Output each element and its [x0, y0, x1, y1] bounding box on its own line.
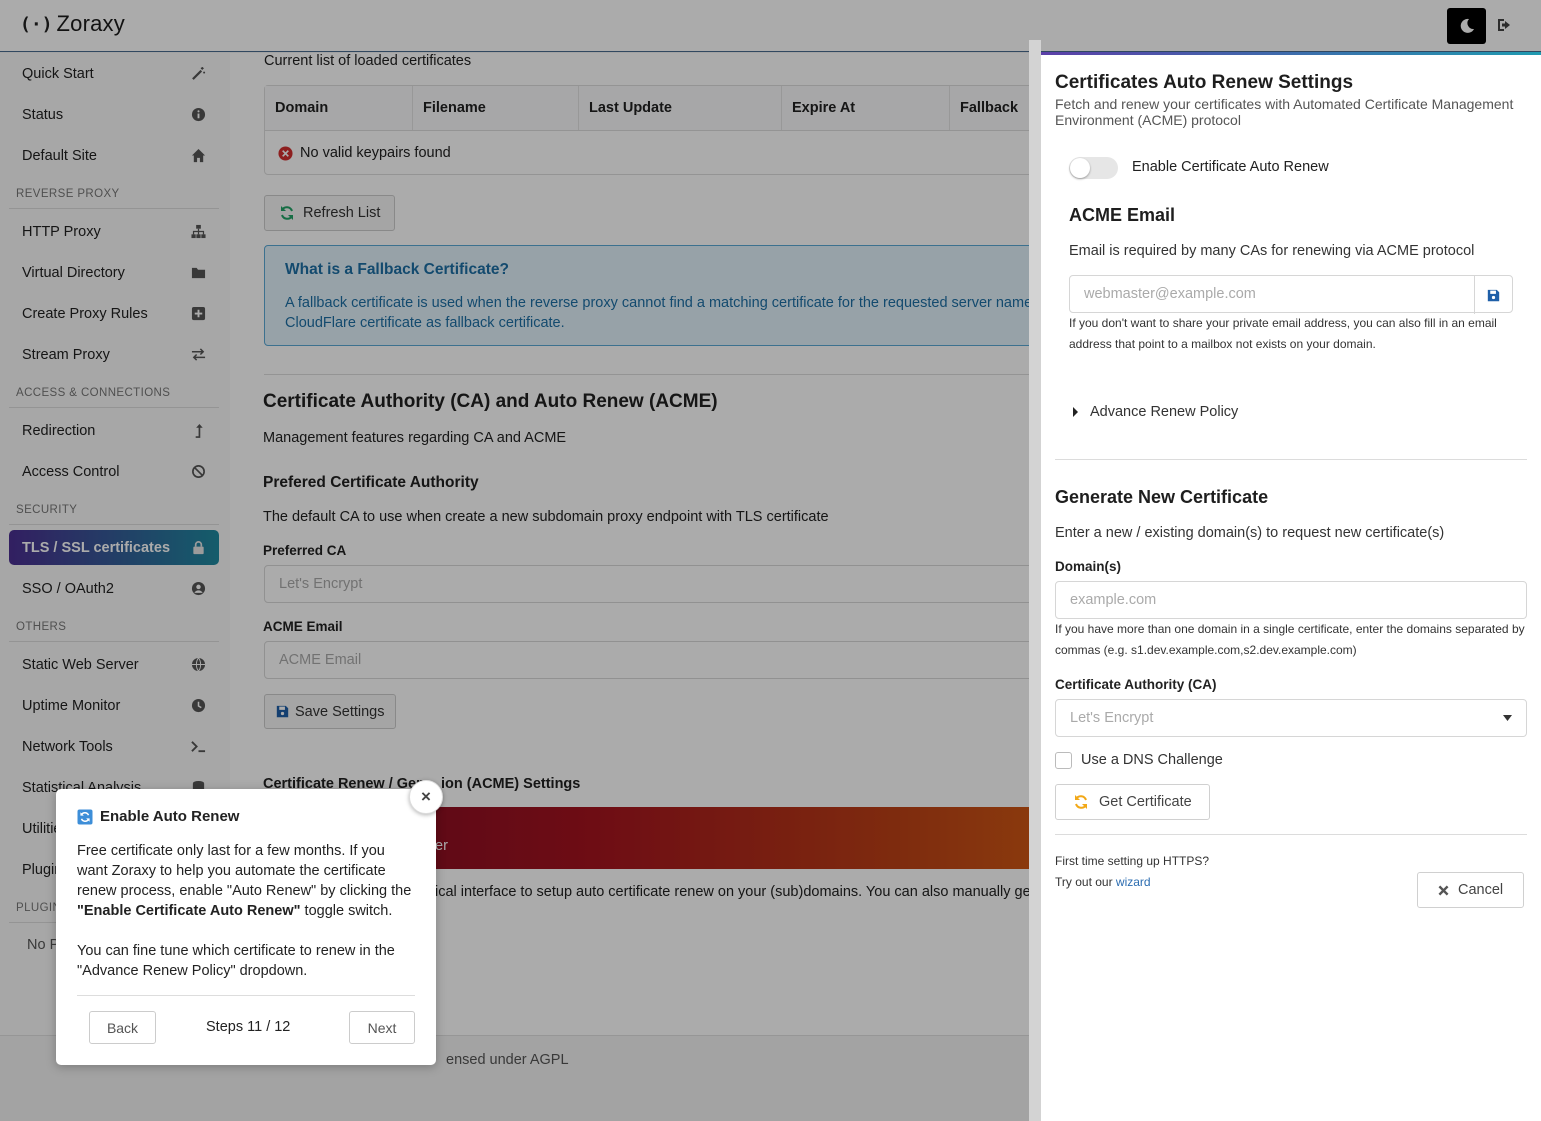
dns-challenge-label[interactable]: Use a DNS Challenge [1081, 752, 1223, 768]
ca-dropdown[interactable]: Let's Encrypt [1055, 699, 1527, 737]
generate-certificate-heading: Generate New Certificate [1055, 487, 1269, 507]
panel-subtitle: Fetch and renew your certificates with A… [1055, 96, 1514, 128]
panel-accent-bar [1041, 52, 1541, 55]
get-certificate-label: Get Certificate [1099, 794, 1192, 810]
domains-note: If you have more than one domain in a si… [1055, 622, 1525, 657]
tour-paragraph-1: Free certificate only last for a few mon… [77, 841, 417, 921]
auto-renew-toggle-label[interactable]: Enable Certificate Auto Renew [1132, 159, 1329, 175]
acme-email-heading: ACME Email [1069, 205, 1176, 225]
cancel-label: Cancel [1458, 882, 1504, 898]
panel-shadow [1029, 40, 1041, 1121]
save-email-button[interactable] [1474, 276, 1512, 314]
panel-divider [1055, 459, 1527, 460]
tour-p1-text-c: toggle switch. [300, 903, 393, 919]
refresh-icon [1075, 795, 1087, 809]
panel-divider [1055, 834, 1527, 835]
cancel-button[interactable]: Cancel [1417, 872, 1525, 908]
first-time-https-text: First time setting up HTTPS? [1055, 854, 1210, 868]
advance-renew-policy-toggle[interactable]: Advance Renew Policy [1071, 404, 1238, 420]
tour-divider [77, 995, 415, 996]
close-icon: × [421, 787, 431, 806]
tour-back-button[interactable]: Back [89, 1011, 156, 1044]
close-icon [1438, 885, 1449, 895]
acme-email-description: Email is required by many CAs for renewi… [1069, 243, 1475, 259]
domains-label: Domain(s) [1055, 559, 1122, 574]
tour-p1-bold: "Enable Certificate Auto Renew" [77, 903, 301, 919]
tour-paragraph-2: You can fine tune which certificate to r… [77, 943, 395, 979]
auto-renew-toggle[interactable] [1069, 157, 1118, 179]
acme-email-input[interactable]: webmaster@example.com [1069, 275, 1513, 314]
tour-body: Free certificate only last for a few mon… [77, 841, 417, 1001]
acme-email-placeholder: webmaster@example.com [1084, 286, 1256, 302]
caret-right-icon [1073, 407, 1078, 417]
try-out-text: Try out our [1055, 875, 1113, 889]
tour-popover: Enable Auto Renew Free certificate only … [56, 789, 436, 1065]
auto-renew-icon [77, 809, 93, 824]
panel-title: Certificates Auto Renew Settings [1055, 72, 1354, 93]
domains-placeholder: example.com [1070, 592, 1157, 608]
wizard-link[interactable]: wizard [1116, 875, 1151, 889]
tour-title: Enable Auto Renew [77, 808, 239, 825]
tour-p1-text-a: Free certificate only last for a few mon… [77, 843, 412, 899]
dropdown-caret-icon [1503, 715, 1512, 721]
ca-label: Certificate Authority (CA) [1055, 677, 1217, 692]
tour-close-button[interactable]: × [409, 780, 443, 814]
wizard-line: Try out our wizard [1055, 872, 1151, 893]
tour-step-counter: Steps 11 / 12 [206, 1019, 291, 1035]
acme-email-note: If you don't want to share your private … [1069, 316, 1497, 351]
advance-renew-policy-label: Advance Renew Policy [1090, 404, 1239, 420]
save-icon [1487, 289, 1500, 301]
get-certificate-button[interactable]: Get Certificate [1055, 784, 1210, 820]
toggle-knob [1070, 158, 1090, 178]
ca-dropdown-value: Let's Encrypt [1070, 710, 1154, 726]
tour-title-text: Enable Auto Renew [100, 808, 240, 825]
dns-challenge-checkbox[interactable] [1055, 752, 1072, 769]
auto-renew-settings-panel: Certificates Auto Renew Settings Fetch a… [1041, 52, 1541, 1121]
domains-input[interactable]: example.com [1055, 581, 1527, 619]
tour-next-button[interactable]: Next [349, 1011, 415, 1044]
generate-certificate-description: Enter a new / existing domain(s) to requ… [1055, 525, 1445, 541]
